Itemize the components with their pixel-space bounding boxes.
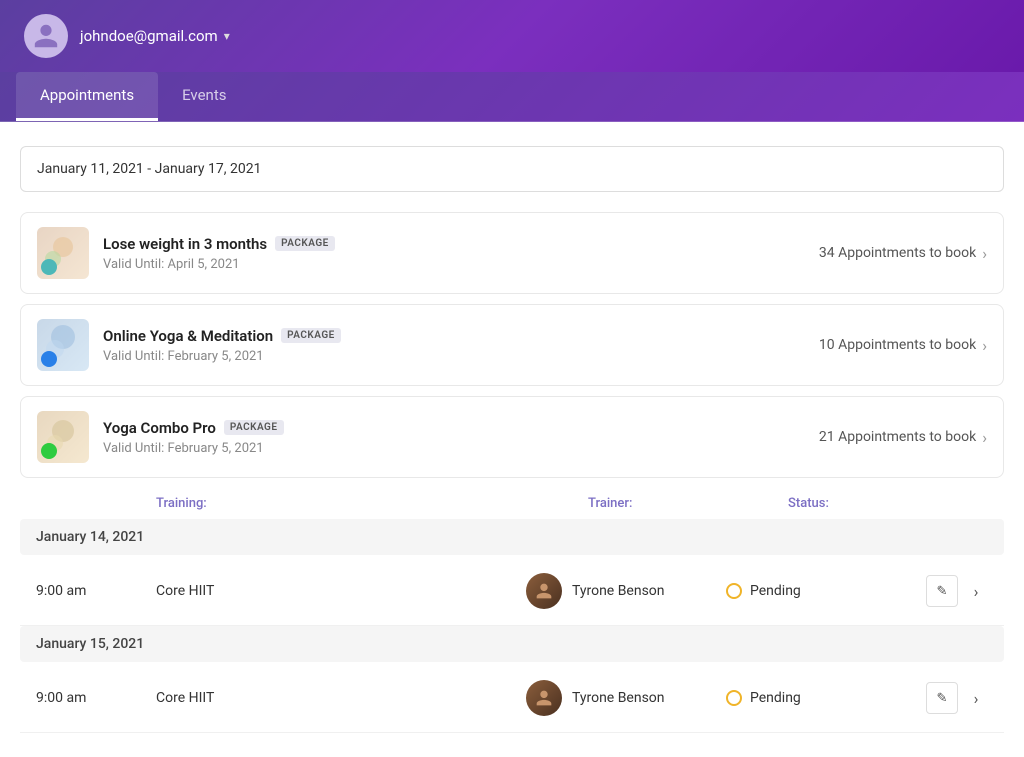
col-header-time bbox=[36, 496, 156, 511]
chevron-right-nav-icon-2: › bbox=[974, 689, 979, 708]
email-text: johndoe@gmail.com bbox=[80, 27, 218, 45]
edit-icon-2: ✎ bbox=[937, 691, 948, 706]
appointments-count-3: 21 Appointments to book bbox=[819, 429, 976, 445]
package-name-2: Online Yoga & Meditation bbox=[103, 327, 273, 345]
date-range-value: January 11, 2021 - January 17, 2021 bbox=[37, 161, 261, 177]
package-thumbnail-3 bbox=[37, 411, 89, 463]
col-header-trainer: Trainer: bbox=[588, 496, 788, 511]
appt-actions-1: ✎ › bbox=[926, 575, 988, 607]
tab-events[interactable]: Events bbox=[158, 72, 250, 121]
chevron-right-icon-1: › bbox=[982, 244, 987, 263]
packages-list: Lose weight in 3 months PACKAGE Valid Un… bbox=[20, 212, 1004, 478]
date-group-header-2: January 15, 2021 bbox=[20, 626, 1004, 662]
package-thumbnail-2 bbox=[37, 319, 89, 371]
chevron-right-icon-3: › bbox=[982, 428, 987, 447]
package-badge-2: PACKAGE bbox=[281, 328, 341, 343]
dropdown-chevron-icon: ▾ bbox=[224, 29, 230, 43]
appt-training-2: Core HIIT bbox=[156, 690, 526, 706]
status-circle-icon-1 bbox=[726, 583, 742, 599]
package-badge-3: PACKAGE bbox=[224, 420, 284, 435]
tab-appointments[interactable]: Appointments bbox=[16, 72, 158, 121]
package-name-3: Yoga Combo Pro bbox=[103, 419, 216, 437]
table-row: 9:00 am Core HIIT Tyrone Benson Pending … bbox=[20, 664, 1004, 733]
package-info-2: Online Yoga & Meditation PACKAGE Valid U… bbox=[103, 327, 805, 364]
package-valid-1: Valid Until: April 5, 2021 bbox=[103, 257, 805, 272]
appointments-count-1: 34 Appointments to book bbox=[819, 245, 976, 261]
navigate-button-2[interactable]: › bbox=[964, 686, 988, 710]
appt-status-2: Pending bbox=[726, 690, 926, 706]
date-range-picker[interactable]: January 11, 2021 - January 17, 2021 bbox=[20, 146, 1004, 192]
package-card-2[interactable]: Online Yoga & Meditation PACKAGE Valid U… bbox=[20, 304, 1004, 386]
appointments-count-2: 10 Appointments to book bbox=[819, 337, 976, 353]
appt-actions-2: ✎ › bbox=[926, 682, 988, 714]
appt-time-1: 9:00 am bbox=[36, 583, 156, 599]
package-action-3: 21 Appointments to book › bbox=[819, 428, 987, 447]
table-row: 9:00 am Core HIIT Tyrone Benson Pending … bbox=[20, 557, 1004, 626]
package-valid-3: Valid Until: February 5, 2021 bbox=[103, 441, 805, 456]
package-card-1[interactable]: Lose weight in 3 months PACKAGE Valid Un… bbox=[20, 212, 1004, 294]
trainer-avatar-2 bbox=[526, 680, 562, 716]
edit-button-1[interactable]: ✎ bbox=[926, 575, 958, 607]
edit-icon-1: ✎ bbox=[937, 584, 948, 599]
package-name-1: Lose weight in 3 months bbox=[103, 235, 267, 253]
package-valid-2: Valid Until: February 5, 2021 bbox=[103, 349, 805, 364]
appt-time-2: 9:00 am bbox=[36, 690, 156, 706]
package-info-1: Lose weight in 3 months PACKAGE Valid Un… bbox=[103, 235, 805, 272]
package-info-3: Yoga Combo Pro PACKAGE Valid Until: Febr… bbox=[103, 419, 805, 456]
trainer-avatar-1 bbox=[526, 573, 562, 609]
package-action-2: 10 Appointments to book › bbox=[819, 336, 987, 355]
package-thumbnail-1 bbox=[37, 227, 89, 279]
date-group-header-1: January 14, 2021 bbox=[20, 519, 1004, 555]
appt-status-1: Pending bbox=[726, 583, 926, 599]
chevron-right-nav-icon-1: › bbox=[974, 582, 979, 601]
status-circle-icon-2 bbox=[726, 690, 742, 706]
edit-button-2[interactable]: ✎ bbox=[926, 682, 958, 714]
app-header: johndoe@gmail.com ▾ bbox=[0, 0, 1024, 72]
package-action-1: 34 Appointments to book › bbox=[819, 244, 987, 263]
col-header-training: Training: bbox=[156, 496, 588, 511]
user-email-display[interactable]: johndoe@gmail.com ▾ bbox=[80, 27, 230, 45]
col-header-status: Status: bbox=[788, 496, 988, 511]
navigate-button-1[interactable]: › bbox=[964, 579, 988, 603]
appt-trainer-1: Tyrone Benson bbox=[526, 573, 726, 609]
tabs-bar: Appointments Events bbox=[0, 72, 1024, 122]
appt-trainer-2: Tyrone Benson bbox=[526, 680, 726, 716]
package-card-3[interactable]: Yoga Combo Pro PACKAGE Valid Until: Febr… bbox=[20, 396, 1004, 478]
main-content: January 11, 2021 - January 17, 2021 Lose… bbox=[0, 122, 1024, 757]
appt-training-1: Core HIIT bbox=[156, 583, 526, 599]
chevron-right-icon-2: › bbox=[982, 336, 987, 355]
package-badge-1: PACKAGE bbox=[275, 236, 335, 251]
schedule-column-headers: Training: Trainer: Status: bbox=[20, 488, 1004, 519]
user-avatar bbox=[24, 14, 68, 58]
